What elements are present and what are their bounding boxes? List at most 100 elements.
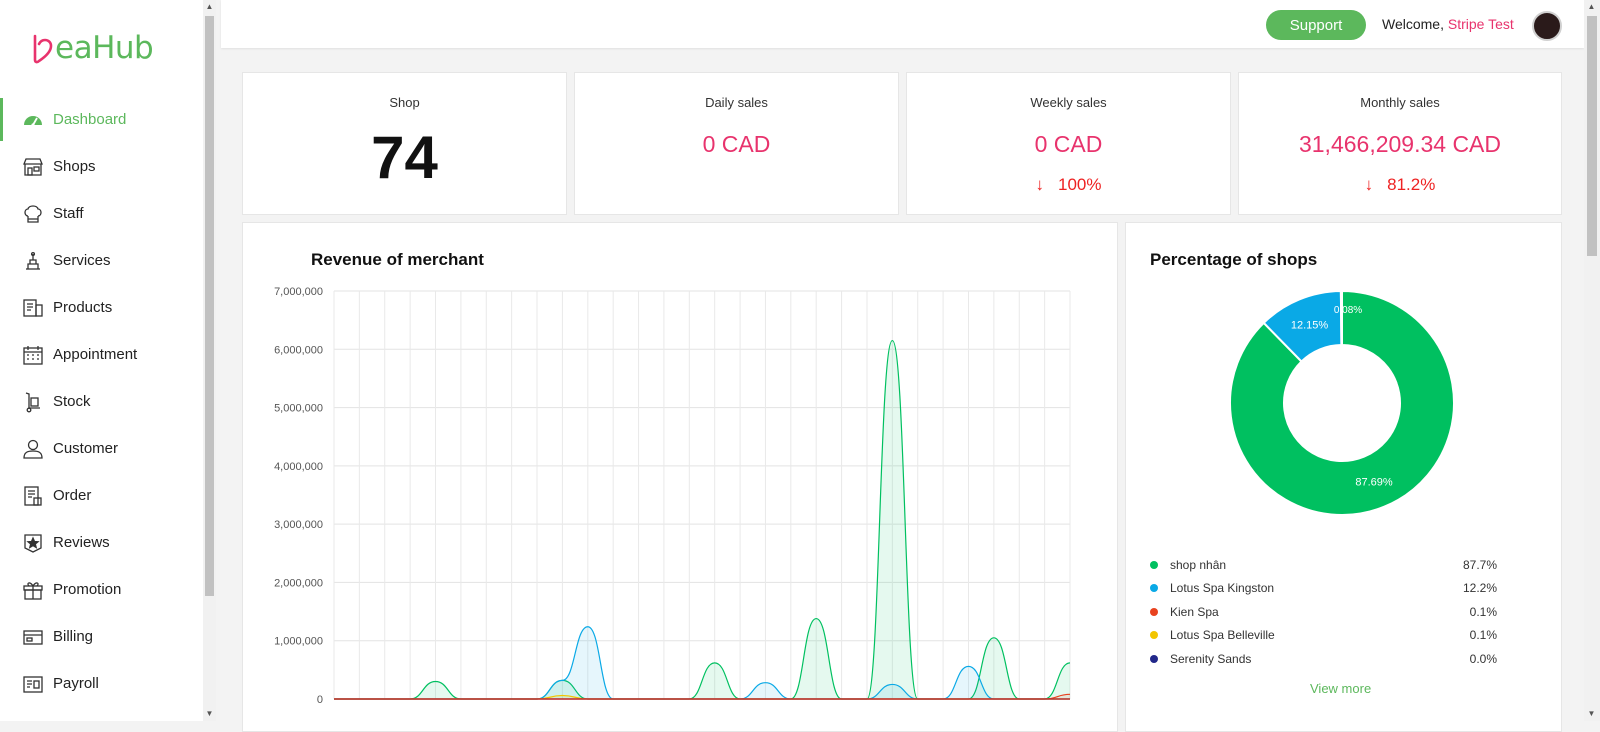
stat-change: ↓ 81.2% [1239,175,1561,195]
order-icon [22,485,44,507]
sidebar-item-label: Staff [53,205,84,222]
stat-value: 74 [371,124,438,191]
donut-chart: 87.69% 12.15% 0.08% [1229,289,1455,516]
sidebar-item-label: Stock [53,393,91,410]
sidebar-scrollbar[interactable]: ▲ ▼ [203,0,216,721]
y-tick-label: 0 [317,694,323,706]
sidebar-item-label: Order [53,487,92,504]
sidebar: eaHub Dashboard Shops Staff Services Pro… [0,0,203,721]
sidebar-item-reviews[interactable]: Reviews [0,519,203,566]
main-scrollbar[interactable]: ▲ ▼ [1584,0,1600,721]
donut-slice-label: 0.08% [1334,305,1362,316]
sidebar-item-label: Shops [53,158,96,175]
sidebar-item-label: Products [53,299,113,316]
welcome-text: Welcome, Stripe Test [1382,16,1514,32]
gift-icon [22,579,44,601]
y-tick-label: 3,000,000 [274,519,323,531]
legend-item[interactable]: shop nhân 87.7% [1147,553,1497,577]
legend-pct: 0.1% [1469,628,1497,643]
percentage-legend: shop nhân 87.7% Lotus Spa Kingston 12.2%… [1147,553,1497,671]
legend-pct: 0.0% [1469,651,1497,666]
legend-pct: 87.7% [1462,557,1497,572]
calendar-icon [22,344,44,366]
view-more-link[interactable]: View more [1310,681,1371,696]
sidebar-item-stock[interactable]: Stock [0,378,203,425]
star-badge-icon [22,532,44,554]
legend-item[interactable]: Lotus Spa Belleville 0.1% [1147,624,1497,648]
legend-dot [1150,654,1158,663]
brand-name: eaHub [55,30,154,66]
stat-title: Monthly sales [1360,95,1440,110]
scroll-down-icon[interactable]: ▼ [203,707,216,721]
sidebar-item-label: Billing [53,628,94,645]
legend-item[interactable]: Serenity Sands 0.0% [1147,647,1497,671]
y-tick-label: 2,000,000 [274,577,323,589]
sidebar-item-payroll[interactable]: Payroll [0,660,203,707]
sidebar-item-shops[interactable]: Shops [0,143,203,190]
support-button[interactable]: Support [1266,10,1366,40]
sidebar-item-appointment[interactable]: Appointment [0,331,203,378]
y-tick-label: 6,000,000 [274,344,323,356]
stat-change-value: 100% [1058,175,1102,194]
sidebar-scrollbar-thumb[interactable] [205,16,214,596]
products-icon [22,297,44,319]
brand-logo[interactable]: eaHub [30,28,154,68]
stat-card-monthly-sales: Monthly sales 31,466,209.34 CAD ↓ 81.2% [1238,72,1562,215]
sidebar-item-label: Promotion [53,581,122,598]
user-name-link[interactable]: Stripe Test [1448,16,1514,32]
sidebar-item-label: Customer [53,440,119,457]
revenue-chart: 7,000,000 6,000,000 5,000,000 4,000,000 3,00… [274,286,1071,706]
sidebar-item-label: Reviews [53,534,110,551]
legend-dot [1150,560,1158,569]
payroll-icon [22,673,44,695]
legend-pct: 0.1% [1469,604,1497,619]
sidebar-item-order[interactable]: Order [0,472,203,519]
sidebar-item-label: Dashboard [53,111,127,128]
shop-icon [22,156,44,178]
legend-dot [1150,631,1158,640]
sidebar-item-promotion[interactable]: Promotion [0,566,203,613]
services-icon [22,250,44,272]
y-tick-label: 4,000,000 [274,461,323,473]
series-area-0 [334,340,1070,699]
stat-change-value: 81.2% [1387,175,1436,194]
stat-title: Shop [389,95,420,110]
avatar[interactable] [1532,11,1562,41]
logo-mark-icon [33,34,53,64]
legend-name: shop nhân [1170,557,1227,572]
scroll-up-icon[interactable]: ▲ [203,0,216,14]
person-icon [22,438,44,460]
sidebar-item-dashboard[interactable]: Dashboard [0,96,203,143]
sidebar-item-customer[interactable]: Customer [0,425,203,472]
legend-dot [1150,584,1158,593]
arrow-down-icon: ↓ [1364,175,1374,194]
sidebar-item-staff[interactable]: Staff [0,190,203,237]
percentage-title: Percentage of shops [1150,250,1318,269]
main-scrollbar-thumb[interactable] [1587,16,1597,256]
legend-item[interactable]: Lotus Spa Kingston 12.2% [1147,577,1497,601]
y-tick-label: 7,000,000 [274,286,323,298]
sidebar-item-services[interactable]: Services [0,237,203,284]
sidebar-item-label: Payroll [53,675,99,692]
legend-dot [1150,607,1158,616]
hand-truck-icon [22,391,44,413]
legend-pct: 12.2% [1462,581,1497,596]
legend-name: Kien Spa [1170,604,1219,619]
legend-name: Serenity Sands [1170,651,1252,666]
arrow-down-icon: ↓ [1035,175,1045,194]
billing-icon [22,626,44,648]
y-tick-label: 5,000,000 [274,403,323,415]
scroll-down-icon[interactable]: ▼ [1585,707,1598,721]
scroll-up-icon[interactable]: ▲ [1585,0,1598,14]
welcome-prefix: Welcome, [1382,16,1444,32]
stat-value: 0 CAD [702,131,771,157]
sidebar-item-label: Appointment [53,346,138,363]
revenue-title: Revenue of merchant [311,250,484,269]
donut-slice-3[interactable] [1340,289,1343,347]
sidebar-item-products[interactable]: Products [0,284,203,331]
stat-card-weekly-sales: Weekly sales 0 CAD ↓ 100% [906,72,1231,215]
legend-item[interactable]: Kien Spa 0.1% [1147,600,1497,624]
sidebar-item-billing[interactable]: Billing [0,613,203,660]
donut-slice-label: 87.69% [1355,477,1393,489]
sidebar-item-label: Services [53,252,111,269]
